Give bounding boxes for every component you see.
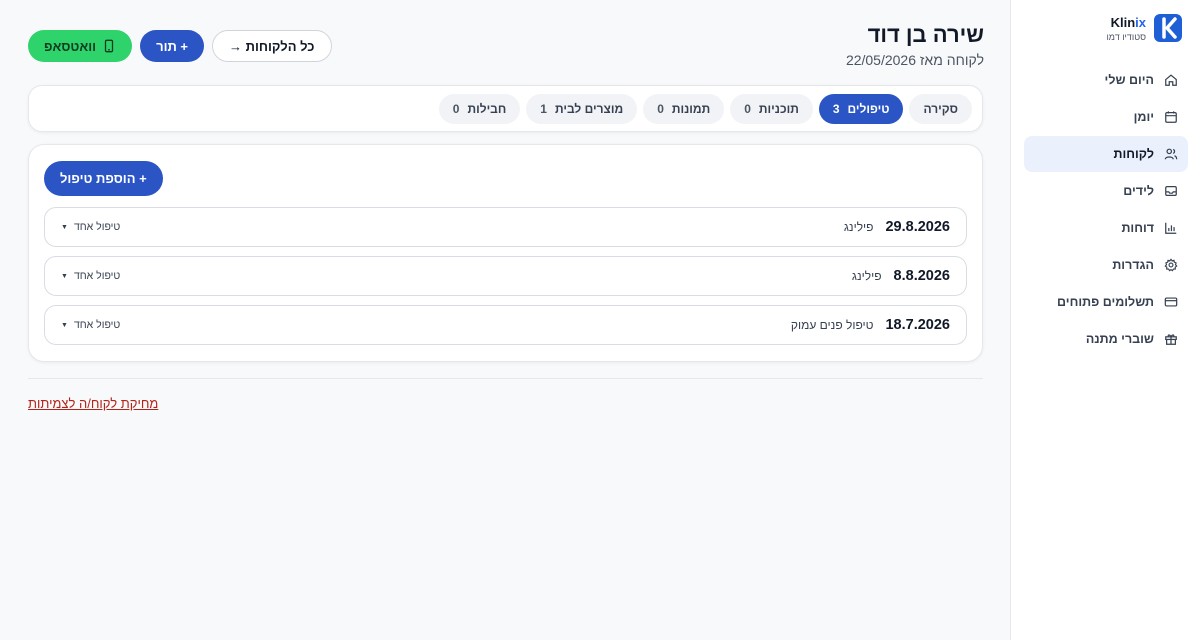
sidebar-item-label: לידים <box>1123 184 1154 198</box>
tab-label: תוכניות <box>758 101 799 116</box>
home-icon <box>1165 74 1177 86</box>
sidebar-item-open-payments[interactable]: תשלומים פתוחים <box>1024 284 1188 320</box>
sidebar-nav: היום שלי יומן לקוחות לידים דוחות הגדרות … <box>1024 62 1188 358</box>
treatment-type-dropdown[interactable]: טיפול אחד ▼ <box>61 270 120 282</box>
treatment-type-label: טיפול אחד <box>73 319 121 331</box>
tab-count: 0 <box>657 101 664 116</box>
calendar-icon <box>1165 111 1177 123</box>
treatment-type-label: טיפול אחד <box>73 270 121 282</box>
sidebar-item-my-day[interactable]: היום שלי <box>1024 62 1188 98</box>
tab-label: חבילות <box>467 101 507 116</box>
add-treatment-button[interactable]: + הוספת טיפול <box>44 161 163 196</box>
treatment-type-dropdown[interactable]: טיפול אחד ▼ <box>61 221 120 233</box>
whatsapp-button[interactable]: וואטסאפ <box>28 30 133 62</box>
tab-count: 0 <box>452 101 460 116</box>
add-appointment-button[interactable]: + תור <box>140 30 205 62</box>
sidebar-item-label: לקוחות <box>1113 147 1154 161</box>
brand[interactable]: Klinix סטודיו דמו <box>1106 14 1182 42</box>
sidebar: Klinix סטודיו דמו היום שלי יומן לקוחות ל… <box>1010 0 1200 640</box>
klinix-logo-icon <box>1154 14 1182 42</box>
tab-count: 1 <box>540 101 547 116</box>
sidebar-item-label: הגדרות <box>1112 258 1154 272</box>
client-tabs: סקירה טיפולים 3 תוכניות 0 תמונות 0 מוצרי… <box>28 85 983 132</box>
gear-icon <box>1164 258 1178 272</box>
credit-card-icon <box>1164 297 1178 307</box>
header-actions: וואטסאפ + תור כל הלקוחות → <box>28 30 332 62</box>
bar-chart-icon <box>1165 222 1177 234</box>
tab-treatments[interactable]: טיפולים 3 <box>818 93 904 124</box>
treatment-name: פילינג <box>843 220 874 234</box>
sidebar-item-label: שוברי מתנה <box>1085 332 1154 346</box>
sidebar-item-leads[interactable]: לידים <box>1024 173 1188 209</box>
sidebar-item-label: יומן <box>1133 110 1154 124</box>
treatment-row[interactable]: 29.8.2026 פילינג טיפול אחד ▼ <box>44 207 967 247</box>
sidebar-item-calendar[interactable]: יומן <box>1024 99 1188 135</box>
divider <box>28 378 983 379</box>
chevron-down-icon: ▼ <box>61 223 68 231</box>
all-clients-button[interactable]: כל הלקוחות → <box>212 30 332 62</box>
chevron-down-icon: ▼ <box>61 272 68 280</box>
tab-home-products[interactable]: מוצרים לבית 1 <box>526 93 638 124</box>
tab-label: תמונות <box>671 101 711 116</box>
tab-plans[interactable]: תוכניות 0 <box>730 93 813 124</box>
tab-count: 3 <box>832 101 840 116</box>
sidebar-item-reports[interactable]: דוחות <box>1024 210 1188 246</box>
client-since: לקוחה מאז 22/05/2026 <box>845 52 984 68</box>
sidebar-item-clients[interactable]: לקוחות <box>1024 136 1188 172</box>
brand-name: Klinix <box>1110 14 1146 30</box>
treatment-date: 8.8.2026 <box>893 268 950 284</box>
tab-count: 0 <box>744 101 751 116</box>
whatsapp-label: וואטסאפ <box>44 38 97 54</box>
gift-icon <box>1165 334 1177 345</box>
users-icon <box>1164 148 1178 160</box>
client-name: שירה בן דוד <box>867 22 984 47</box>
tab-label: טיפולים <box>847 101 890 116</box>
brand-text: Klinix סטודיו דמו <box>1106 15 1146 42</box>
tab-overview[interactable]: סקירה <box>909 93 972 124</box>
tab-photos[interactable]: תמונות 0 <box>643 93 725 124</box>
inbox-icon <box>1165 186 1177 196</box>
treatment-row[interactable]: 8.8.2026 פילינג טיפול אחד ▼ <box>44 256 967 296</box>
treatment-row[interactable]: 18.7.2026 טיפול פנים עמוק טיפול אחד ▼ <box>44 305 967 345</box>
phone-icon <box>104 39 114 53</box>
tab-label: סקירה <box>923 101 958 116</box>
treatment-date: 29.8.2026 <box>885 219 950 235</box>
tab-label: מוצרים לבית <box>554 101 624 116</box>
treatment-type-label: טיפול אחד <box>73 221 121 233</box>
sidebar-item-label: דוחות <box>1121 221 1154 235</box>
treatment-date: 18.7.2026 <box>885 317 950 333</box>
tab-packages[interactable]: חבילות 0 <box>438 93 521 124</box>
treatment-name: פילינג <box>851 269 882 283</box>
sidebar-item-settings[interactable]: הגדרות <box>1024 247 1188 283</box>
treatment-name: טיפול פנים עמוק <box>790 318 874 332</box>
sidebar-item-gift-vouchers[interactable]: שוברי מתנה <box>1024 321 1188 357</box>
delete-client-link[interactable]: מחיקת לקוח/ה לצמיתות <box>28 396 158 411</box>
sidebar-item-label: היום שלי <box>1104 73 1154 87</box>
sidebar-item-label: תשלומים פתוחים <box>1057 295 1154 309</box>
treatments-panel: + הוספת טיפול 29.8.2026 פילינג טיפול אחד… <box>28 144 983 362</box>
brand-subtitle: סטודיו דמו <box>1106 31 1146 42</box>
chevron-down-icon: ▼ <box>61 321 68 329</box>
treatment-type-dropdown[interactable]: טיפול אחד ▼ <box>61 319 120 331</box>
